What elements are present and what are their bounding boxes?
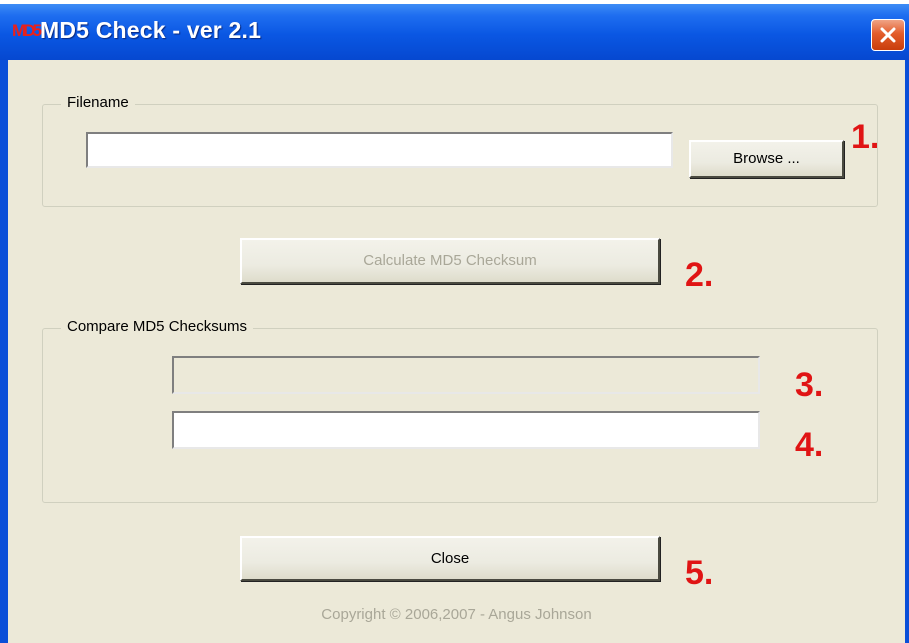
close-button-label: Close: [430, 550, 470, 567]
window-title: MD5 Check - ver 2.1: [40, 17, 262, 43]
annotation-1: 1.: [851, 118, 880, 156]
calculate-md5-button[interactable]: Calculate MD5 Checksum: [240, 238, 660, 284]
filename-input[interactable]: [86, 132, 673, 168]
window-close-button[interactable]: [871, 19, 905, 51]
compare-checksum-input[interactable]: [172, 411, 760, 449]
annotation-4: 4.: [795, 426, 824, 464]
annotation-3: 3.: [795, 366, 824, 404]
annotation-5: 5.: [685, 554, 714, 592]
md5-check-window: MD5 MD5 Check - ver 2.1 Filename Browse …: [0, 4, 909, 643]
computed-checksum-field[interactable]: [172, 356, 760, 394]
md5-app-icon: MD5: [12, 21, 42, 40]
title-bar[interactable]: MD5 MD5 Check - ver 2.1: [0, 4, 909, 60]
browse-button[interactable]: Browse ...: [689, 140, 844, 178]
annotation-2: 2.: [685, 256, 714, 294]
compare-group-label: Compare MD5 Checksums: [61, 318, 254, 335]
calculate-md5-button-label: Calculate MD5 Checksum: [363, 252, 537, 269]
close-button[interactable]: Close: [240, 536, 660, 581]
filename-group-label: Filename: [61, 94, 135, 111]
dialog-client-area: Filename Browse ... 1. Calculate MD5 Che…: [8, 60, 905, 643]
browse-button-label: Browse ...: [733, 150, 800, 167]
close-icon: [880, 27, 896, 43]
copyright-text: Copyright © 2006,2007 - Angus Johnson: [321, 606, 592, 623]
